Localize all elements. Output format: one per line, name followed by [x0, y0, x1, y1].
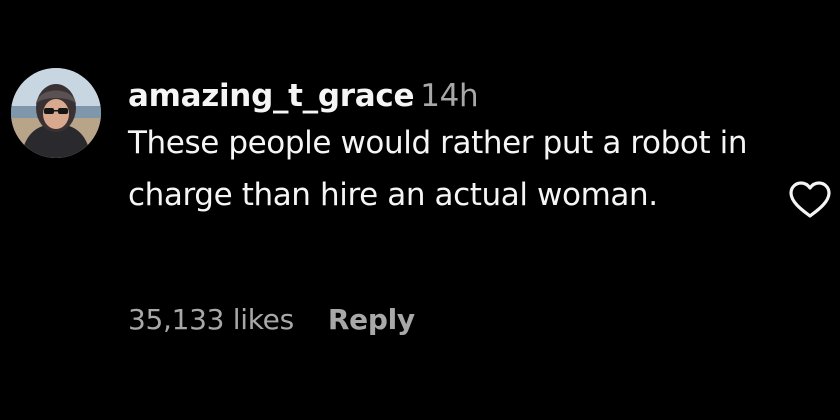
comment-actions: 35,133 likes Reply [128, 300, 415, 340]
comment-header: amazing_t_grace 14h [128, 76, 768, 116]
avatar[interactable] [11, 68, 101, 158]
heart-outline-icon [789, 181, 831, 218]
avatar-photo [11, 68, 101, 158]
likes-count[interactable]: 35,133 likes [128, 303, 294, 336]
comment-item: amazing_t_grace 14h These people would ra… [0, 0, 840, 420]
username-link[interactable]: amazing_t_grace [128, 78, 414, 114]
comment-text: These people would rather put a robot in… [128, 125, 748, 213]
timestamp: 14h [420, 78, 479, 114]
comment-body: amazing_t_grace 14h These people would ra… [128, 76, 768, 221]
like-button[interactable] [787, 180, 833, 220]
reply-button[interactable]: Reply [328, 303, 415, 336]
